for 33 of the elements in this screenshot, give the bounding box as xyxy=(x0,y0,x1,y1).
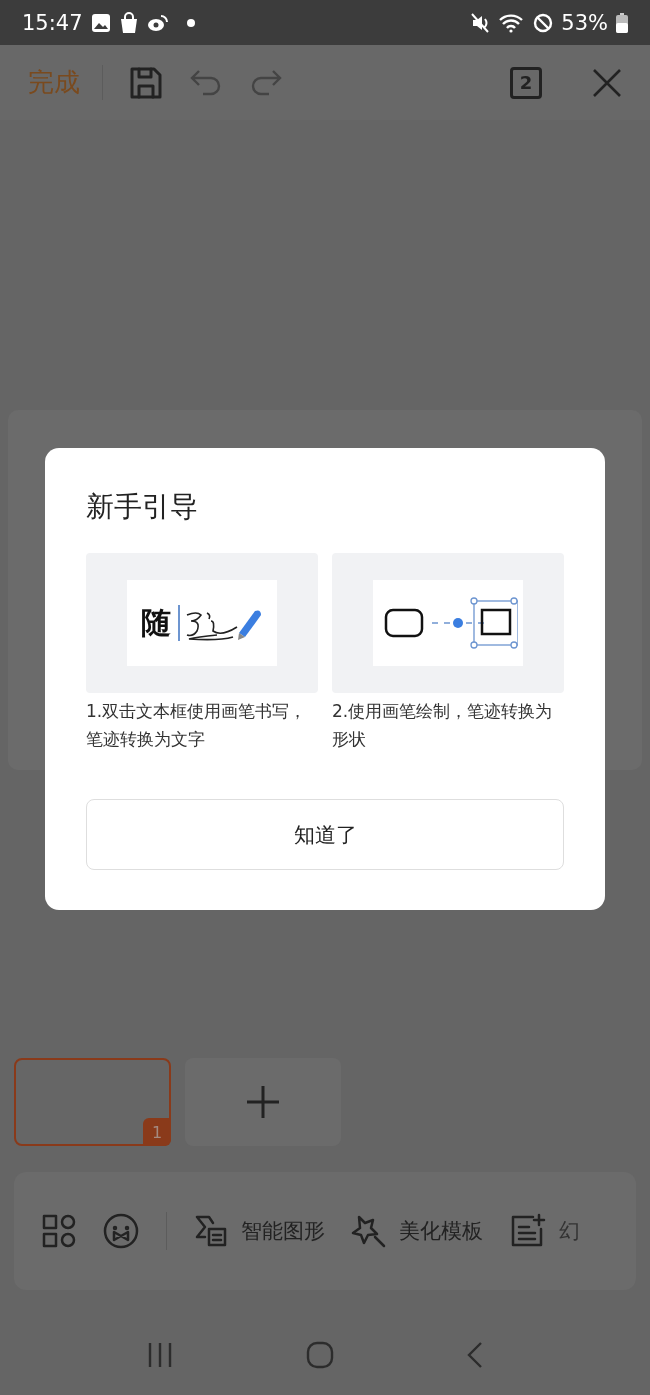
add-page-icon xyxy=(509,1213,547,1249)
notification-dot-icon xyxy=(186,18,195,27)
gallery-icon xyxy=(90,12,111,33)
tip-caption: 2.使用画笔绘制，笔迹转换为形状 xyxy=(332,700,554,751)
page-count-button[interactable]: 2 xyxy=(510,66,542,99)
battery-percent: 53% xyxy=(561,10,608,35)
magic-star-icon xyxy=(351,1213,387,1249)
slide-number: 1 xyxy=(143,1118,171,1146)
tip-caption: 1.双击文本框使用画笔书写，笔迹转换为文字 xyxy=(86,700,308,751)
mute-icon xyxy=(471,12,492,33)
status-time: 15:47 xyxy=(22,10,83,35)
smart-shape-icon xyxy=(193,1213,229,1249)
battery-icon xyxy=(616,12,628,33)
blocked-icon xyxy=(533,12,554,33)
tool-icon-button[interactable] xyxy=(102,1212,140,1250)
dialog-title: 新手引导 xyxy=(86,489,199,525)
recent-apps-icon[interactable] xyxy=(146,1342,174,1368)
close-icon[interactable] xyxy=(592,67,622,98)
plus-icon xyxy=(246,1085,280,1119)
sample-character: 随 xyxy=(141,603,171,642)
weibo-icon xyxy=(146,13,169,32)
home-icon[interactable] xyxy=(306,1341,334,1369)
apps-icon xyxy=(42,1214,76,1248)
got-it-button[interactable]: 知道了 xyxy=(86,799,564,870)
tool-button[interactable]: 幻 xyxy=(509,1213,580,1249)
slide-thumbnail[interactable]: 1 xyxy=(14,1058,171,1146)
shopping-bag-icon xyxy=(118,11,139,34)
face-icon xyxy=(102,1212,140,1250)
tool-button[interactable]: 智能图形 xyxy=(193,1213,325,1249)
tool-button[interactable]: 美化模板 xyxy=(351,1213,483,1249)
tool-icon-button[interactable] xyxy=(42,1214,76,1248)
save-icon[interactable] xyxy=(129,65,163,100)
back-icon[interactable] xyxy=(466,1341,484,1369)
